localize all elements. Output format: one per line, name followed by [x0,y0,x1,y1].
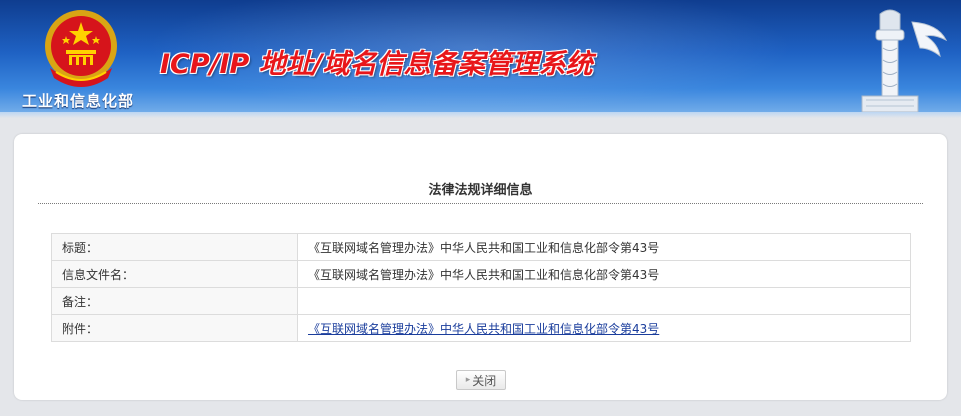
table-row: 备注： [51,287,911,315]
row-value-title: 《互联网域名管理办法》中华人民共和国工业和信息化部令第43号 [297,233,911,261]
row-value-attachment: 《互联网域名管理办法》中华人民共和国工业和信息化部令第43号 [297,314,911,342]
row-value-remarks [297,287,911,315]
row-label-title: 标题： [51,233,298,261]
table-row: 附件： 《互联网域名管理办法》中华人民共和国工业和信息化部令第43号 [51,314,911,342]
attachment-link[interactable]: 《互联网域名管理办法》中华人民共和国工业和信息化部令第43号 [308,322,659,336]
huabiao-pillar-icon [861,9,948,113]
table-row: 标题： 《互联网域名管理办法》中华人民共和国工业和信息化部令第43号 [51,233,911,261]
caret-right-icon: ▸ [465,375,471,385]
close-button[interactable]: ▸ 关闭 [456,370,506,390]
system-title: ICP/IP 地址/域名信息备案管理系统 [160,49,593,80]
divider [38,203,923,204]
row-label-attachment: 附件： [51,314,298,342]
table-row: 信息文件名： 《互联网域名管理办法》中华人民共和国工业和信息化部令第43号 [51,260,911,288]
row-label-filename: 信息文件名： [51,260,298,288]
ministry-name: 工业和信息化部 [22,92,135,110]
detail-title: 法律法规详细信息 [428,183,533,198]
row-value-filename: 《互联网域名管理办法》中华人民共和国工业和信息化部令第43号 [297,260,911,288]
row-label-remarks: 备注： [51,287,298,315]
header-banner: 工业和信息化部 ICP/IP 地址/域名信息备案管理系统 [0,0,961,118]
close-button-label: 关闭 [472,373,497,388]
detail-panel: 法律法规详细信息 标题： 《互联网域名管理办法》中华人民共和国工业和信息化部令第… [14,134,947,400]
detail-table: 标题： 《互联网域名管理办法》中华人民共和国工业和信息化部令第43号 信息文件名… [51,233,911,342]
national-emblem-icon [45,10,117,87]
